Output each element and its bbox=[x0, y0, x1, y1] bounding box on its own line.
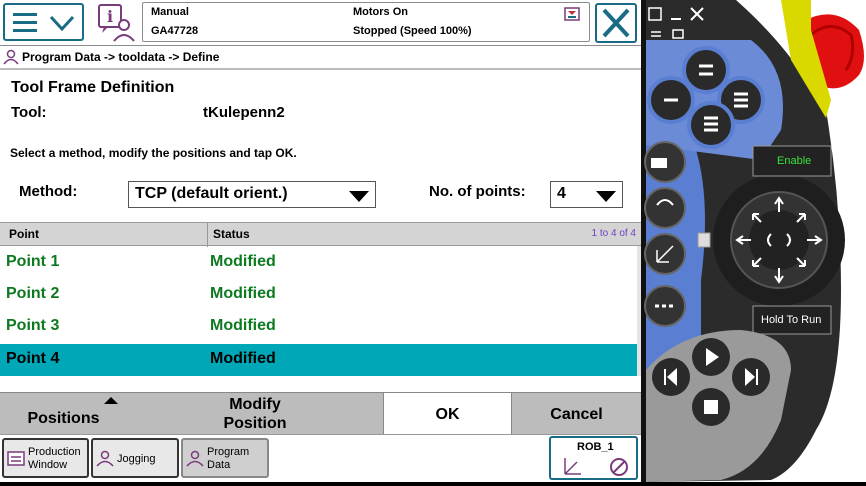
column-header-status[interactable]: Status bbox=[213, 227, 250, 241]
method-label: Method: bbox=[19, 183, 78, 200]
task-label: Jogging bbox=[117, 453, 156, 465]
point-status: Modified bbox=[210, 317, 276, 334]
main-menu-button[interactable] bbox=[3, 3, 84, 41]
breadcrumb-text: Program Data -> tooldata -> Define bbox=[22, 50, 220, 64]
breadcrumb: Program Data -> tooldata -> Define bbox=[0, 46, 641, 70]
method-value: TCP (default orient.) bbox=[135, 185, 288, 202]
page-title: Tool Frame Definition bbox=[11, 79, 175, 96]
speed-icon bbox=[564, 7, 580, 21]
quickset-robot-button[interactable]: ROB_1 bbox=[549, 436, 638, 480]
jogging-icon bbox=[96, 450, 114, 467]
quickset-icon bbox=[564, 458, 628, 476]
operating-mode: Manual bbox=[151, 6, 189, 18]
close-button[interactable] bbox=[595, 3, 637, 43]
positions-button[interactable]: Positions bbox=[0, 393, 127, 435]
table-row[interactable]: Point 1 Modified bbox=[0, 247, 641, 279]
task-production-window[interactable]: Production Window bbox=[2, 438, 89, 478]
method-select[interactable]: TCP (default orient.) bbox=[128, 181, 376, 208]
production-window-icon bbox=[7, 451, 25, 466]
dropdown-arrow-icon bbox=[596, 191, 616, 202]
controller-name: GA47728 bbox=[151, 25, 199, 37]
task-label: Window bbox=[28, 459, 68, 471]
task-label: Program bbox=[207, 446, 250, 458]
task-label: Data bbox=[207, 459, 231, 471]
point-status: Modified bbox=[210, 285, 276, 302]
point-name: Point 2 bbox=[6, 285, 60, 302]
point-name: Point 1 bbox=[6, 253, 60, 270]
task-jogging[interactable]: Jogging bbox=[91, 438, 179, 478]
cancel-button[interactable]: Cancel bbox=[512, 393, 641, 435]
command-bar: Positions Modify Position OK Cancel bbox=[0, 392, 641, 435]
controller-status[interactable]: Manual GA47728 Motors On Stopped (Speed … bbox=[142, 2, 590, 42]
event-log-icon[interactable]: i bbox=[96, 3, 136, 43]
pendant-hardware bbox=[641, 0, 866, 482]
point-status: Modified bbox=[210, 350, 276, 367]
ok-button[interactable]: OK bbox=[383, 393, 512, 435]
table-header: Point Status 1 to 4 of 4 bbox=[0, 222, 641, 247]
dropdown-arrow-icon bbox=[349, 191, 369, 202]
flexpendant-screen: i Manual GA47728 Motors On Stopped (Spee… bbox=[0, 0, 641, 482]
taskbar: Production Window Jogging Program Data bbox=[0, 434, 641, 482]
tool-label: Tool: bbox=[11, 104, 47, 121]
ok-label: OK bbox=[435, 405, 460, 423]
row-count: 1 to 4 of 4 bbox=[591, 228, 636, 239]
points-label: No. of points: bbox=[429, 183, 526, 200]
program-data-icon bbox=[3, 49, 19, 65]
menu-up-arrow-icon bbox=[104, 397, 118, 404]
program-state: Stopped (Speed 100%) bbox=[353, 25, 472, 37]
positions-label: Positions bbox=[27, 409, 100, 427]
program-data-icon bbox=[186, 450, 204, 467]
hamburger-icon bbox=[13, 13, 37, 32]
modify-label-line1: Modify bbox=[229, 396, 281, 413]
points-value: 4 bbox=[557, 185, 566, 202]
modify-label-line2: Position bbox=[223, 415, 287, 432]
motors-state: Motors On bbox=[353, 6, 408, 18]
status-bar: i Manual GA47728 Motors On Stopped (Spee… bbox=[0, 0, 641, 46]
chevron-down-icon bbox=[49, 15, 75, 31]
table-row[interactable]: Point 2 Modified bbox=[0, 279, 641, 311]
table-row-selected[interactable]: Point 4 Modified bbox=[0, 344, 641, 376]
tool-value: tKulepenn2 bbox=[203, 104, 285, 121]
modify-position-button[interactable]: Modify Position bbox=[127, 393, 383, 435]
column-divider bbox=[207, 223, 208, 247]
enable-button[interactable]: Enable bbox=[777, 155, 811, 167]
instruction-text: Select a method, modify the positions an… bbox=[10, 146, 297, 160]
point-status: Modified bbox=[210, 253, 276, 270]
points-select[interactable]: 4 bbox=[550, 181, 623, 208]
column-header-point[interactable]: Point bbox=[9, 227, 39, 241]
point-name: Point 3 bbox=[6, 317, 60, 334]
task-program-data[interactable]: Program Data bbox=[181, 438, 269, 478]
task-label: Production bbox=[28, 446, 81, 458]
point-name: Point 4 bbox=[6, 350, 60, 367]
table-row[interactable]: Point 3 Modified bbox=[0, 311, 641, 343]
hold-to-run-button[interactable]: Hold To Run bbox=[761, 314, 821, 326]
pendant-panel: Enable Hold To Run bbox=[641, 0, 866, 482]
cancel-label: Cancel bbox=[550, 405, 603, 423]
svg-text:i: i bbox=[107, 7, 113, 26]
close-icon bbox=[602, 8, 630, 38]
